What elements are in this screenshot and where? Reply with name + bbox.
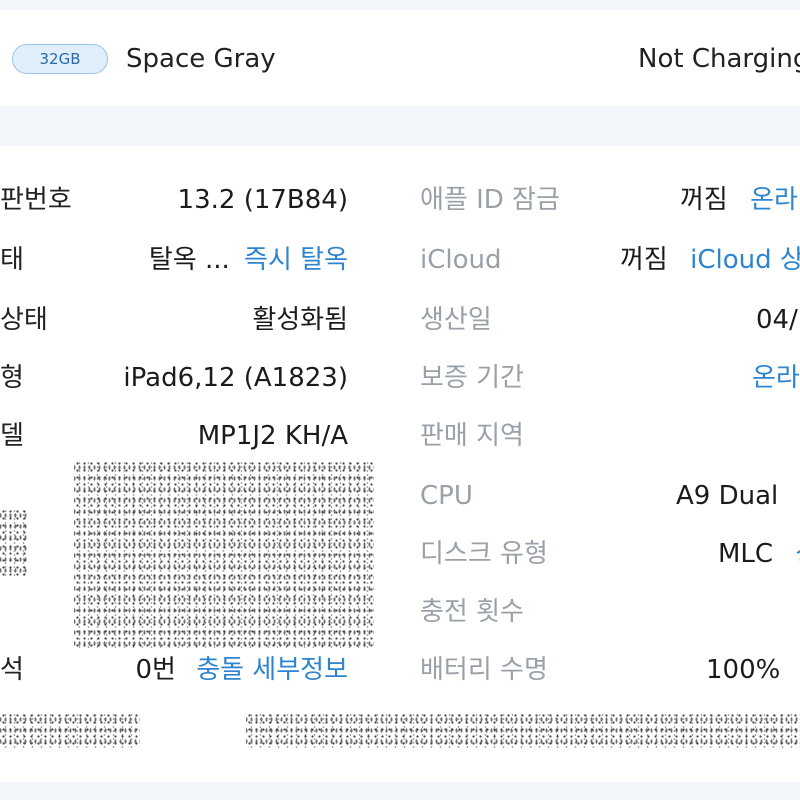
sales-region-label: 판매 지역 xyxy=(420,421,524,451)
disk-type-value-group: MLC 상 xyxy=(718,534,800,574)
model-type-value: iPad6,12 (A1823) xyxy=(123,363,348,393)
activation-label: 상태 xyxy=(0,305,48,335)
warranty-label: 보증 기간 xyxy=(420,363,524,393)
redacted-udid-value xyxy=(246,712,800,748)
warranty-online-link[interactable]: 온라 xyxy=(752,358,800,398)
redacted-udid-label xyxy=(0,712,140,748)
disk-type-label: 디스크 유형 xyxy=(420,539,548,569)
model-type-label: 형 xyxy=(0,363,24,393)
cpu-value-group: A9 Dual 상 xyxy=(676,476,800,516)
production-date-label: 생산일 xyxy=(420,305,492,335)
model-number-label: 델 xyxy=(0,421,24,451)
apple-id-lock-label: 애플 ID 잠금 xyxy=(420,185,560,215)
battery-life-value-group: 100% 상 xyxy=(706,650,800,690)
model-number-value: MP1J2 KH/A xyxy=(197,421,348,451)
disk-details-link[interactable]: 상 xyxy=(795,539,800,569)
jailbreak-value-group: 탈옥 ... 즉시 탈옥 xyxy=(149,240,348,280)
redacted-left-edge xyxy=(0,508,28,578)
crash-details-link[interactable]: 충돌 세부정보 xyxy=(196,655,348,685)
jailbreak-value: 탈옥 ... xyxy=(148,245,230,275)
charge-count-label: 충전 횟수 xyxy=(420,597,524,627)
icloud-status-link[interactable]: iCloud 상 xyxy=(690,245,800,275)
crash-value-group: 0번 충돌 세부정보 xyxy=(135,650,348,690)
device-summary-bar: 32GB Space Gray Not Charging xyxy=(0,10,800,106)
crash-count-value: 0번 xyxy=(135,655,176,685)
battery-life-value: 100% xyxy=(706,655,781,685)
device-color: Space Gray xyxy=(126,44,276,74)
crash-analysis-label: 석 xyxy=(0,655,24,685)
firmware-version-label: 판번호 xyxy=(0,185,72,215)
icloud-value-group: 꺼짐 iCloud 상 xyxy=(620,240,800,280)
firmware-version-value: 13.2 (17B84) xyxy=(177,185,348,215)
icloud-value: 꺼짐 xyxy=(620,245,668,275)
apple-id-lock-value-group: 꺼짐 온라 xyxy=(680,180,798,220)
activation-value: 활성화됨 xyxy=(252,305,348,335)
jailbreak-label: 태 xyxy=(0,245,24,275)
cpu-label: CPU xyxy=(420,481,473,511)
disk-type-value: MLC xyxy=(718,539,774,569)
bottom-gap xyxy=(0,784,800,800)
icloud-label: iCloud xyxy=(420,245,502,275)
production-date-value: 04/ xyxy=(756,305,798,335)
device-info-panel: 판번호 13.2 (17B84) 태 탈옥 ... 즉시 탈옥 상태 활성화됨 … xyxy=(0,146,800,782)
jailbreak-now-link[interactable]: 즉시 탈옥 xyxy=(244,245,348,275)
apple-id-lock-online-link[interactable]: 온라 xyxy=(750,185,798,215)
cpu-value: A9 Dual xyxy=(676,481,779,511)
battery-life-label: 배터리 수명 xyxy=(420,655,548,685)
apple-id-lock-value: 꺼짐 xyxy=(680,185,728,215)
storage-badge: 32GB xyxy=(12,44,108,74)
charging-status: Not Charging xyxy=(638,44,800,74)
redacted-serial-block xyxy=(74,460,374,648)
